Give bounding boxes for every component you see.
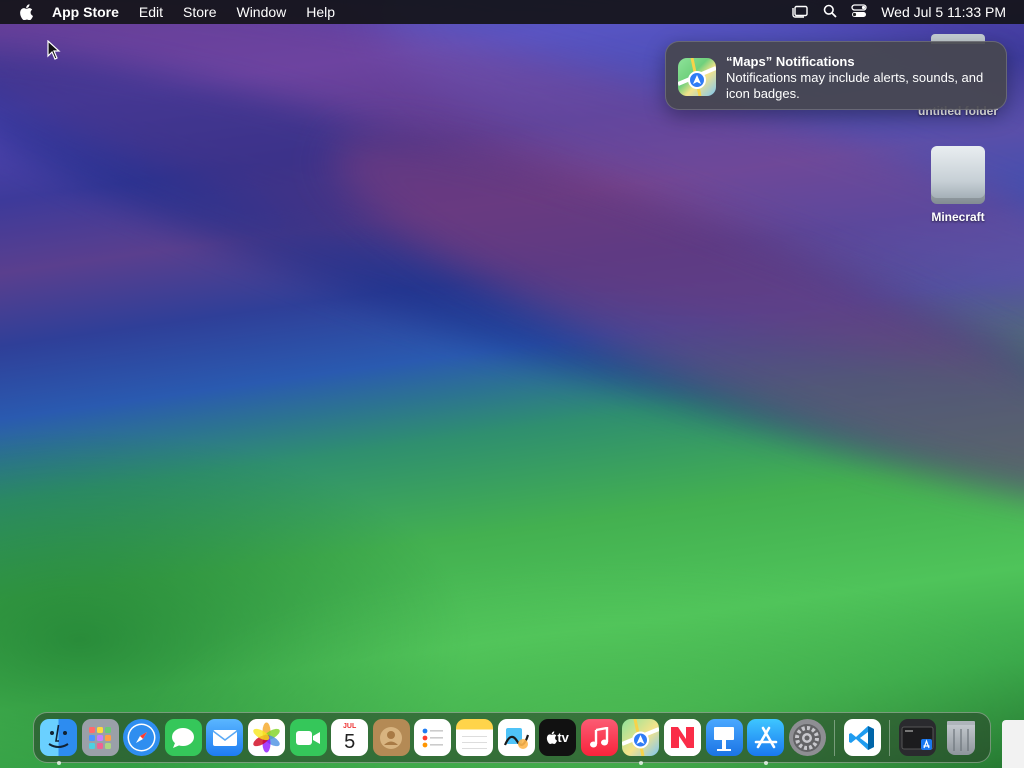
screenshot-icon[interactable]	[899, 719, 937, 756]
launchpad-icon[interactable]	[81, 719, 119, 756]
calendar-month: JUL	[343, 722, 357, 730]
mouse-cursor-icon	[47, 39, 61, 65]
desktop-item-label: Minecraft	[931, 210, 985, 224]
tv-icon[interactable]: tv	[539, 719, 577, 756]
finder-icon[interactable]	[40, 719, 77, 765]
maps-icon[interactable]	[622, 719, 660, 765]
reminders-icon[interactable]	[414, 719, 452, 756]
photos-icon[interactable]	[247, 719, 285, 756]
menu-edit[interactable]: Edit	[129, 4, 173, 20]
apple-menu-icon[interactable]	[0, 4, 52, 20]
keynote-icon[interactable]	[705, 719, 743, 756]
settings-icon[interactable]	[788, 719, 826, 756]
calendar-icon[interactable]: JUL 5	[331, 719, 369, 756]
contacts-icon[interactable]	[372, 719, 410, 756]
app-store-icon[interactable]	[747, 719, 785, 765]
menu-window[interactable]: Window	[226, 4, 296, 20]
notes-icon[interactable]	[455, 719, 493, 756]
facetime-icon[interactable]	[289, 719, 327, 756]
vscode-icon[interactable]	[843, 719, 881, 756]
safari-icon[interactable]	[123, 719, 161, 756]
menu-bar: App Store Edit Store Window Help Wed Jul…	[0, 0, 1024, 24]
dock-separator	[889, 719, 891, 756]
spotlight-icon[interactable]	[823, 4, 837, 21]
messages-icon[interactable]	[164, 719, 202, 756]
notification-body: Notifications may include alerts, sounds…	[726, 70, 984, 101]
offscreen-window-edge[interactable]	[1002, 720, 1024, 768]
trash-icon[interactable]	[946, 720, 975, 755]
menu-help[interactable]: Help	[296, 4, 345, 20]
dock: JUL 5 tv	[33, 712, 991, 765]
calendar-day: 5	[344, 730, 356, 753]
freeform-icon[interactable]	[497, 719, 535, 756]
stage-manager-icon[interactable]	[791, 4, 809, 21]
notification-title: “Maps” Notifications	[726, 54, 855, 69]
maps-icon	[678, 58, 716, 96]
menu-clock[interactable]: Wed Jul 5 11:33 PM	[881, 4, 1006, 20]
menu-store[interactable]: Store	[173, 4, 226, 20]
notification-banner[interactable]: “Maps” Notifications Notifications may i…	[665, 41, 1007, 110]
news-icon[interactable]	[663, 719, 701, 756]
desktop-item-minecraft[interactable]: Minecraft	[910, 146, 1006, 224]
dock-separator	[834, 719, 836, 756]
drive-icon	[931, 146, 985, 204]
music-icon[interactable]	[580, 719, 618, 756]
menu-app-name[interactable]: App Store	[52, 4, 129, 20]
tv-label: tv	[557, 730, 569, 745]
control-center-icon[interactable]	[851, 3, 867, 21]
mail-icon[interactable]	[206, 719, 244, 756]
